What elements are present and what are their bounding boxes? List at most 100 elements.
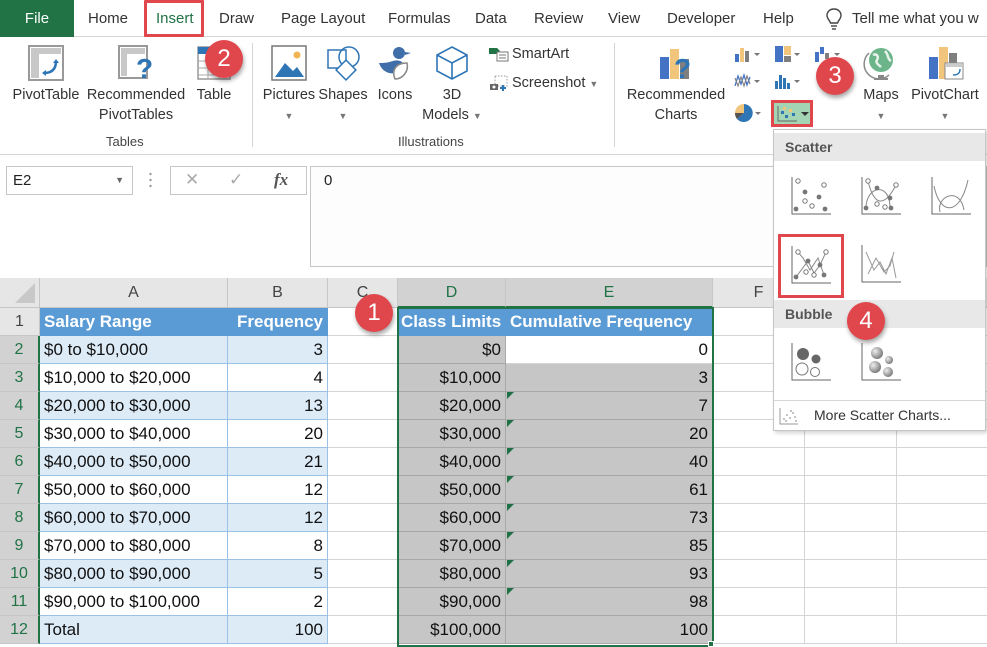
pie-chart-button[interactable] xyxy=(734,103,762,128)
empty-cell[interactable] xyxy=(897,448,987,476)
cell-frequency[interactable]: 13 xyxy=(228,392,328,420)
cell-salary-range[interactable]: $10,000 to $20,000 xyxy=(40,364,228,392)
tab-insert[interactable]: Insert xyxy=(156,0,194,37)
cell-cumulative-frequency[interactable]: 100 xyxy=(506,616,713,644)
fill-handle[interactable] xyxy=(708,641,714,647)
scatter-straight-lines-option[interactable] xyxy=(848,234,912,290)
name-box-dropdown-icon[interactable]: ▼ xyxy=(115,167,124,194)
header-cell-cumulative-frequency[interactable]: Cumulative Frequency xyxy=(506,308,713,336)
cell-class-limit[interactable]: $70,000 xyxy=(398,532,506,560)
cell-frequency[interactable]: 20 xyxy=(228,420,328,448)
empty-cell[interactable] xyxy=(713,560,805,588)
cell-frequency[interactable]: 12 xyxy=(228,504,328,532)
cell-salary-range[interactable]: $20,000 to $30,000 xyxy=(40,392,228,420)
cell-salary-range[interactable]: Total xyxy=(40,616,228,644)
cell-cumulative-frequency[interactable]: 85 xyxy=(506,532,713,560)
header-cell-frequency[interactable]: Frequency xyxy=(228,308,328,336)
empty-cell[interactable] xyxy=(328,588,398,616)
column-header-d[interactable]: D xyxy=(398,278,506,308)
error-indicator-icon[interactable] xyxy=(507,448,514,455)
error-indicator-icon[interactable] xyxy=(507,504,514,511)
empty-cell[interactable] xyxy=(805,476,897,504)
scatter-straight-lines-markers-option[interactable] xyxy=(778,234,844,298)
formula-bar-grip-icon[interactable] xyxy=(149,172,152,188)
cell-salary-range[interactable]: $60,000 to $70,000 xyxy=(40,504,228,532)
cell-salary-range[interactable]: $80,000 to $90,000 xyxy=(40,560,228,588)
shapes-button[interactable]: Shapes ▼ xyxy=(318,45,368,126)
insert-scatter-chart-button[interactable] xyxy=(771,100,813,127)
empty-cell[interactable] xyxy=(897,532,987,560)
enter-check-icon[interactable]: ✓ xyxy=(229,170,243,190)
empty-cell[interactable] xyxy=(328,560,398,588)
column-header-b[interactable]: B xyxy=(228,278,328,308)
error-indicator-icon[interactable] xyxy=(507,560,514,567)
cell-salary-range[interactable]: $70,000 to $80,000 xyxy=(40,532,228,560)
header-cell-salary-range[interactable]: Salary Range xyxy=(40,308,228,336)
cell-cumulative-frequency[interactable]: 61 xyxy=(506,476,713,504)
cell-frequency[interactable]: 2 xyxy=(228,588,328,616)
maps-button[interactable]: Maps ▼ xyxy=(858,45,904,126)
cell-salary-range[interactable]: $50,000 to $60,000 xyxy=(40,476,228,504)
empty-cell[interactable] xyxy=(713,532,805,560)
cell-class-limit[interactable]: $100,000 xyxy=(398,616,506,644)
empty-cell[interactable] xyxy=(328,420,398,448)
column-chart-button[interactable] xyxy=(734,45,762,68)
tab-data[interactable]: Data xyxy=(475,0,507,37)
error-indicator-icon[interactable] xyxy=(507,532,514,539)
empty-cell[interactable] xyxy=(897,616,987,644)
statistic-chart-button[interactable] xyxy=(774,72,802,95)
empty-cell[interactable] xyxy=(328,392,398,420)
tab-home[interactable]: Home xyxy=(88,0,128,37)
tell-me-search[interactable]: Tell me what you w xyxy=(826,0,979,37)
row-header[interactable]: 9 xyxy=(0,532,40,560)
row-header[interactable]: 3 xyxy=(0,364,40,392)
recommended-charts-button[interactable]: ? Recommended Charts xyxy=(622,45,730,125)
scatter-smooth-lines-option[interactable] xyxy=(918,166,982,222)
cell-frequency[interactable]: 4 xyxy=(228,364,328,392)
tab-draw[interactable]: Draw xyxy=(219,0,254,37)
empty-cell[interactable] xyxy=(897,588,987,616)
cancel-icon[interactable]: ✕ xyxy=(185,170,199,190)
bubble-option[interactable] xyxy=(778,332,842,388)
empty-cell[interactable] xyxy=(328,504,398,532)
3d-models-button[interactable]: 3D Models ▼ xyxy=(418,45,486,126)
tab-help[interactable]: Help xyxy=(763,0,794,37)
cell-frequency[interactable]: 8 xyxy=(228,532,328,560)
empty-cell[interactable] xyxy=(328,476,398,504)
empty-cell[interactable] xyxy=(897,560,987,588)
empty-cell[interactable] xyxy=(897,476,987,504)
empty-cell[interactable] xyxy=(328,616,398,644)
error-indicator-icon[interactable] xyxy=(507,392,514,399)
select-all-button[interactable] xyxy=(0,278,40,308)
empty-cell[interactable] xyxy=(713,476,805,504)
empty-cell[interactable] xyxy=(897,504,987,532)
cell-cumulative-frequency[interactable]: 73 xyxy=(506,504,713,532)
cell-cumulative-frequency[interactable]: 98 xyxy=(506,588,713,616)
row-header[interactable]: 7 xyxy=(0,476,40,504)
empty-cell[interactable] xyxy=(328,364,398,392)
empty-cell[interactable] xyxy=(805,616,897,644)
empty-cell[interactable] xyxy=(805,532,897,560)
header-cell-class-limits[interactable]: Class Limits xyxy=(398,308,506,336)
cell-frequency[interactable]: 100 xyxy=(228,616,328,644)
cell-frequency[interactable]: 5 xyxy=(228,560,328,588)
cell-frequency[interactable]: 12 xyxy=(228,476,328,504)
tab-formulas[interactable]: Formulas xyxy=(388,0,451,37)
active-cell[interactable]: 0 xyxy=(506,336,713,364)
cell-frequency[interactable]: 21 xyxy=(228,448,328,476)
tab-developer[interactable]: Developer xyxy=(667,0,735,37)
empty-cell[interactable] xyxy=(713,504,805,532)
column-header-a[interactable]: A xyxy=(40,278,228,308)
cell-class-limit[interactable]: $40,000 xyxy=(398,448,506,476)
row-header[interactable]: 5 xyxy=(0,420,40,448)
empty-cell[interactable] xyxy=(805,448,897,476)
error-indicator-icon[interactable] xyxy=(507,588,514,595)
recommended-pivottables-button[interactable]: ? Recommended PivotTables xyxy=(86,45,186,125)
cell-cumulative-frequency[interactable]: 93 xyxy=(506,560,713,588)
cell-frequency[interactable]: 3 xyxy=(228,336,328,364)
cell-salary-range[interactable]: $90,000 to $100,000 xyxy=(40,588,228,616)
empty-cell[interactable] xyxy=(713,616,805,644)
cell-salary-range[interactable]: $0 to $10,000 xyxy=(40,336,228,364)
row-header[interactable]: 6 xyxy=(0,448,40,476)
cell-cumulative-frequency[interactable]: 7 xyxy=(506,392,713,420)
